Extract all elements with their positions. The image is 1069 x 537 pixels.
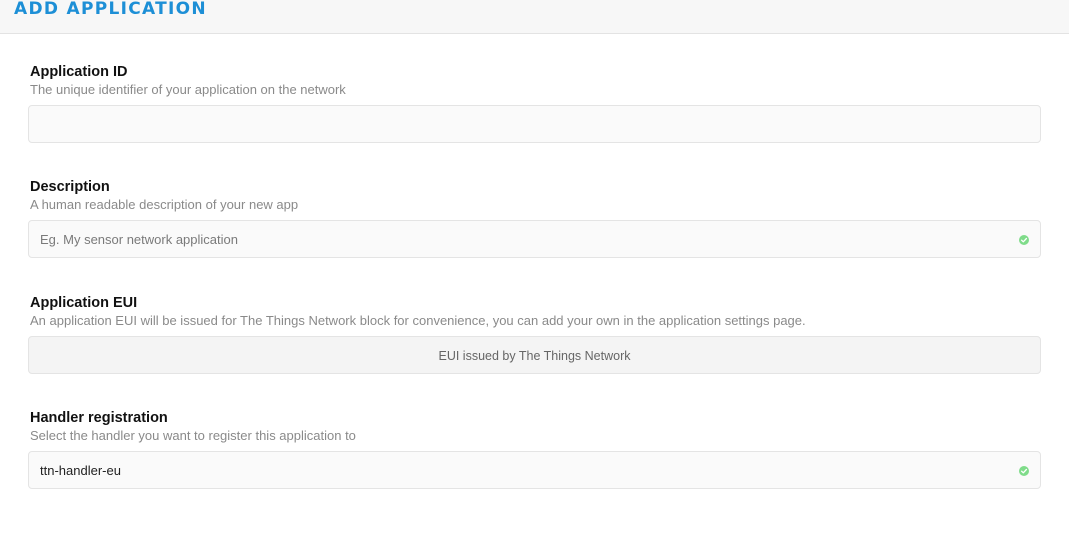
application-eui-label: Application EUI — [30, 295, 138, 311]
handler-registration-hint: Select the handler you want to register … — [30, 428, 356, 443]
page-header: ADD APPLICATION — [0, 0, 1069, 34]
description-input[interactable]: Eg. My sensor network application — [28, 220, 1041, 258]
handler-select-value: ttn-handler-eu — [40, 463, 121, 478]
page-title: ADD APPLICATION — [14, 0, 207, 19]
handler-select[interactable]: ttn-handler-eu — [28, 451, 1041, 489]
application-eui-value: EUI issued by The Things Network — [438, 349, 631, 363]
application-id-input[interactable] — [28, 105, 1041, 143]
application-eui-hint: An application EUI will be issued for Th… — [30, 313, 806, 328]
description-label: Description — [30, 179, 110, 195]
description-placeholder: Eg. My sensor network application — [40, 232, 238, 247]
handler-registration-label: Handler registration — [30, 410, 168, 426]
application-eui-input: EUI issued by The Things Network — [28, 336, 1041, 374]
application-id-label: Application ID — [30, 64, 128, 80]
check-circle-icon — [1019, 466, 1029, 476]
check-circle-icon — [1019, 235, 1029, 245]
description-hint: A human readable description of your new… — [30, 197, 299, 212]
application-id-hint: The unique identifier of your applicatio… — [30, 82, 346, 97]
